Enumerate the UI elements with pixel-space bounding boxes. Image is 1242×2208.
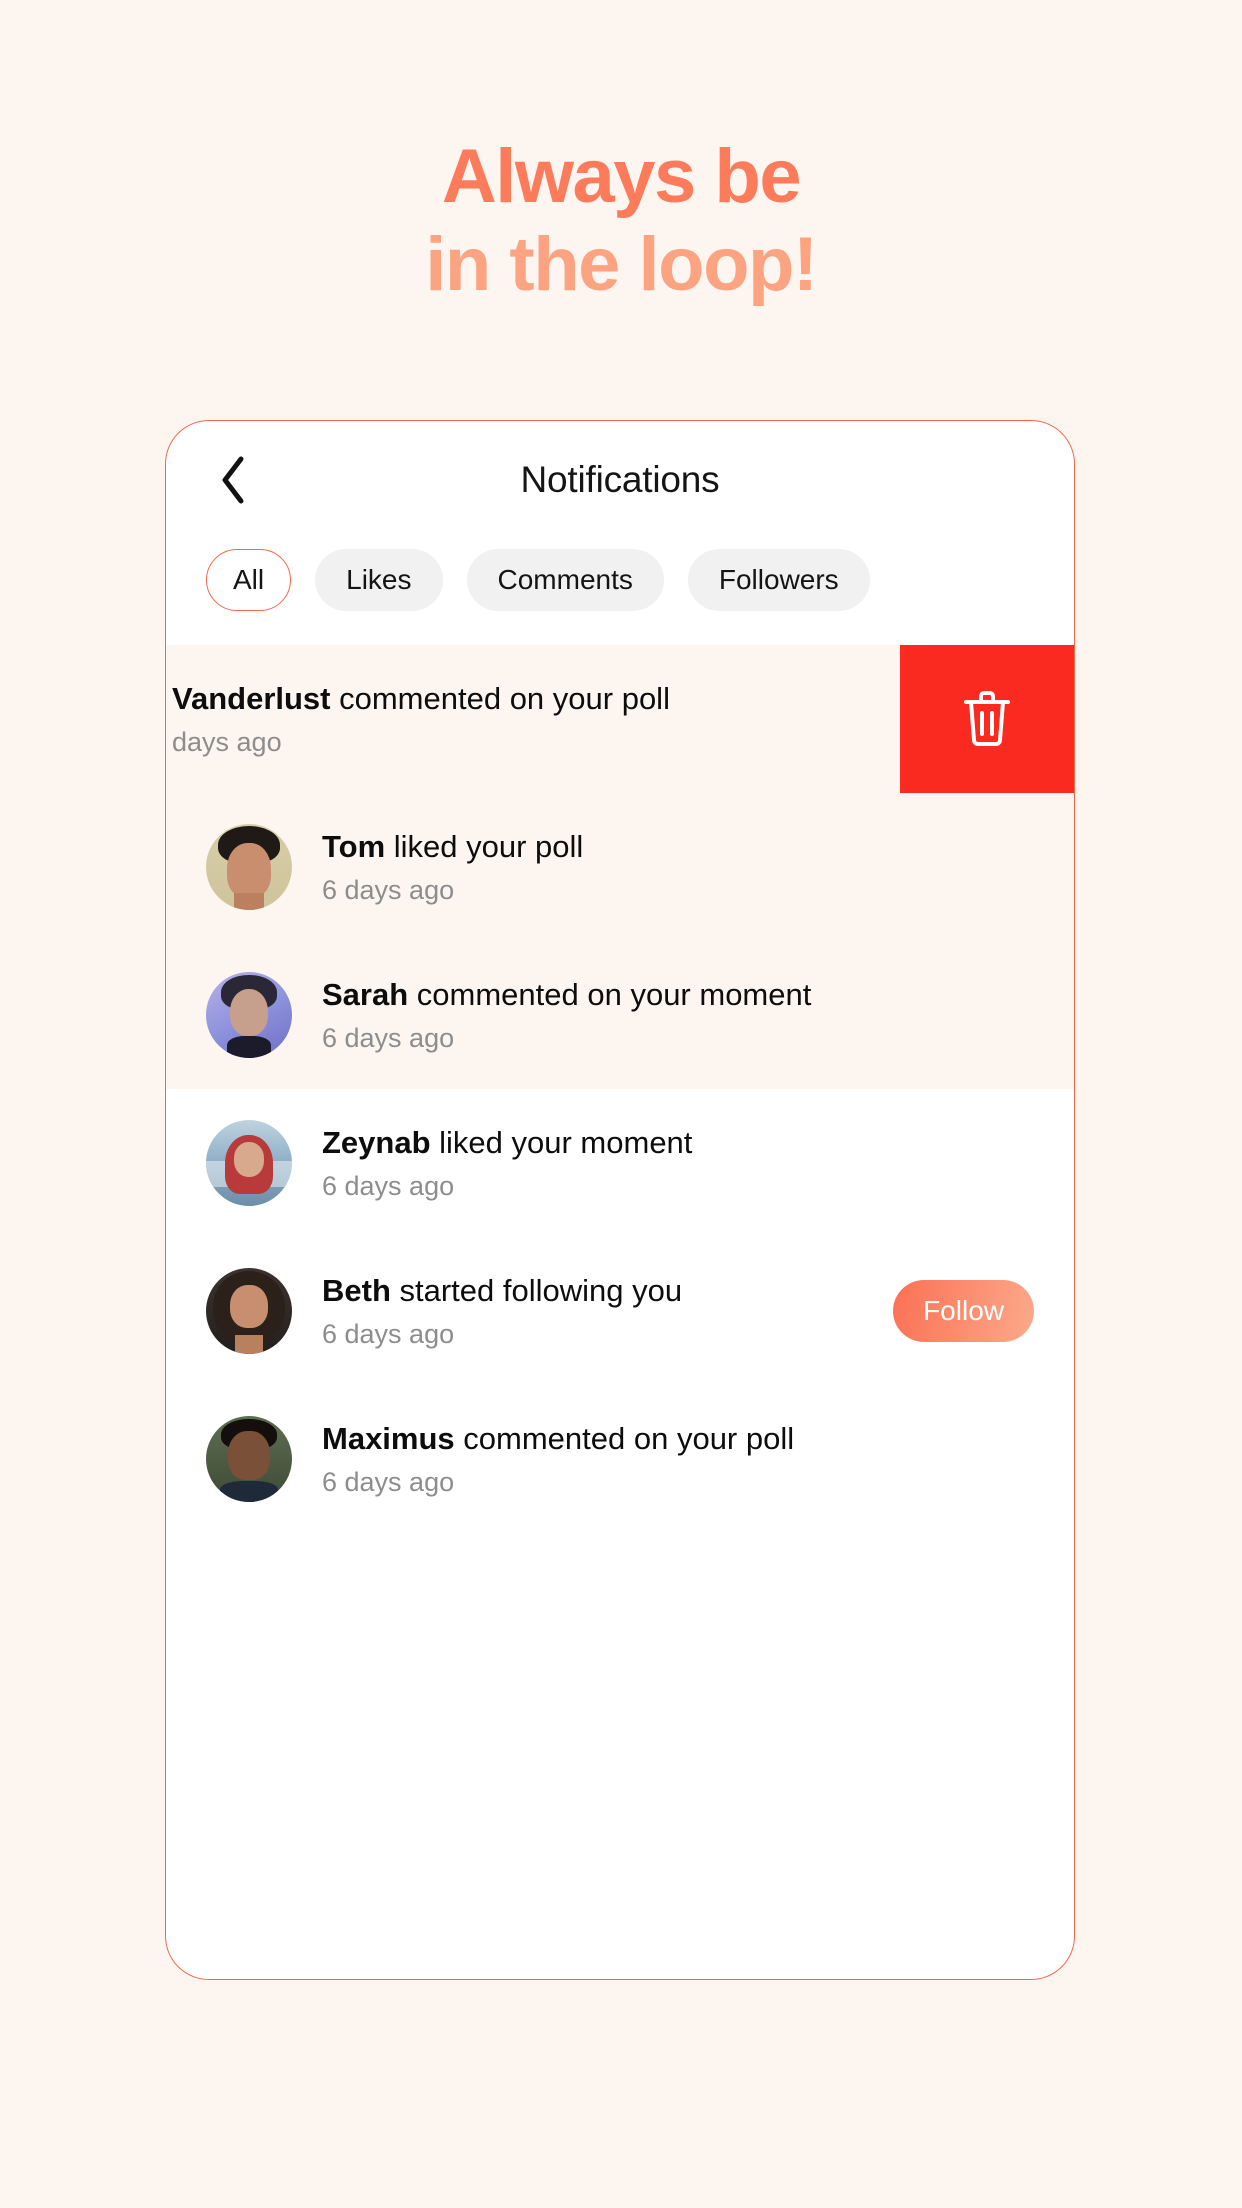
notification-title: Tom liked your poll bbox=[322, 827, 1034, 867]
notification-time: 6 days ago bbox=[322, 875, 455, 906]
notification-user: Maximus bbox=[322, 1421, 455, 1457]
tab-likes[interactable]: Likes bbox=[315, 549, 443, 611]
notification-action: commented on your poll bbox=[330, 681, 670, 717]
notification-text: Beth started following you 6 days ago bbox=[322, 1271, 873, 1350]
table-row[interactable]: Maximus commented on your poll 6 days ag… bbox=[166, 1385, 1074, 1533]
avatar bbox=[206, 1120, 292, 1206]
notification-action: commented on your poll bbox=[454, 1421, 795, 1457]
notification-action: liked your moment bbox=[430, 1125, 693, 1161]
notification-time: 6 days ago bbox=[322, 1171, 455, 1202]
avatar bbox=[206, 972, 292, 1058]
back-button[interactable] bbox=[206, 453, 260, 507]
table-row[interactable]: Sarah commented on your moment 6 days ag… bbox=[166, 941, 1074, 1089]
notification-user: Sarah bbox=[322, 977, 409, 1013]
filter-tabs: All Likes Comments Followers bbox=[166, 539, 1074, 645]
notification-time: 6 days ago bbox=[322, 1467, 455, 1498]
notification-action: liked your poll bbox=[385, 829, 584, 865]
notification-user: Tom bbox=[322, 829, 386, 865]
notification-title: Zeynab liked your moment bbox=[322, 1123, 1034, 1163]
table-row[interactable]: Zeynab liked your moment 6 days ago bbox=[166, 1089, 1074, 1237]
notification-user: Zeynab bbox=[322, 1125, 431, 1161]
notification-title: Maximus commented on your poll bbox=[322, 1419, 1034, 1459]
tab-followers[interactable]: Followers bbox=[687, 549, 870, 611]
notification-title: Beth started following you bbox=[322, 1271, 873, 1311]
trash-icon bbox=[961, 690, 1013, 748]
table-row[interactable]: Beth started following you 6 days ago Fo… bbox=[166, 1237, 1074, 1385]
app-header: Notifications bbox=[166, 421, 1074, 539]
notification-action: started following you bbox=[390, 1273, 683, 1309]
tab-all[interactable]: All bbox=[206, 549, 292, 611]
avatar bbox=[206, 824, 292, 910]
notification-text: Sarah commented on your moment 6 days ag… bbox=[322, 975, 1034, 1054]
delete-button[interactable] bbox=[900, 645, 1074, 793]
notification-user: Beth bbox=[322, 1273, 391, 1309]
notification-time: 6 days ago bbox=[322, 1319, 455, 1350]
notification-text: Maximus commented on your poll 6 days ag… bbox=[322, 1419, 1034, 1498]
tab-comments[interactable]: Comments bbox=[466, 549, 664, 611]
headline-line-2: in the loop! bbox=[425, 221, 818, 307]
promo-headline: Always be in the loop! bbox=[0, 134, 1242, 307]
notification-time: 6 days ago bbox=[322, 1023, 455, 1054]
notification-text: Vanderlust commented on your poll days a… bbox=[172, 679, 884, 758]
notification-action: commented on your moment bbox=[408, 977, 812, 1013]
notification-list: Vanderlust commented on your poll days a… bbox=[166, 645, 1074, 1533]
notification-user: Vanderlust bbox=[172, 681, 331, 717]
follow-button[interactable]: Follow bbox=[893, 1280, 1034, 1342]
avatar bbox=[206, 1268, 292, 1354]
promo-screenshot: Always be in the loop! Notifications All… bbox=[0, 0, 1242, 2208]
notification-time: days ago bbox=[172, 727, 282, 758]
notification-title: Sarah commented on your moment bbox=[322, 975, 1034, 1015]
avatar bbox=[206, 1416, 292, 1502]
notification-text: Tom liked your poll 6 days ago bbox=[322, 827, 1034, 906]
notification-text: Zeynab liked your moment 6 days ago bbox=[322, 1123, 1034, 1202]
phone-frame: Notifications All Likes Comments Followe… bbox=[165, 420, 1075, 1980]
table-row[interactable]: Vanderlust commented on your poll days a… bbox=[166, 645, 1074, 793]
page-title: Notifications bbox=[520, 459, 720, 500]
chevron-left-icon bbox=[218, 455, 248, 505]
table-row[interactable]: Tom liked your poll 6 days ago bbox=[166, 793, 1074, 941]
notification-title: Vanderlust commented on your poll bbox=[172, 679, 884, 719]
headline-line-1: Always be bbox=[441, 134, 802, 219]
